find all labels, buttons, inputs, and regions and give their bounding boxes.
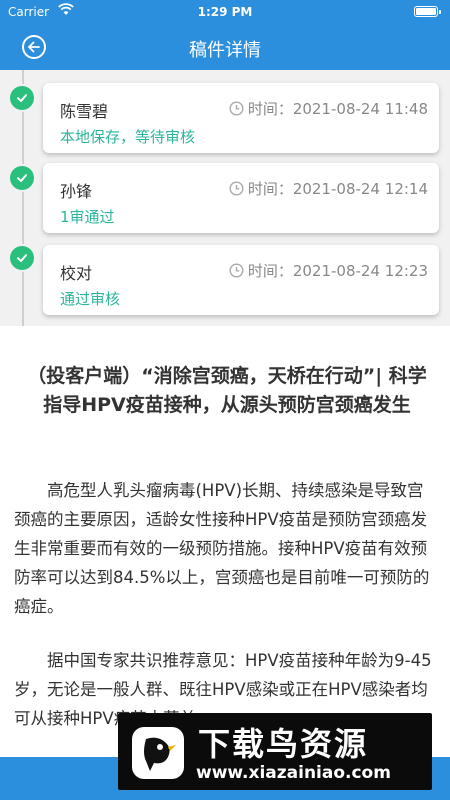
timeline-card: 校对 时间：2021-08-24 12:23 通过审核	[43, 245, 439, 315]
review-status: 本地保存，等待审核	[60, 128, 196, 146]
clock-icon	[229, 263, 244, 278]
reviewer-name: 校对	[60, 264, 93, 283]
review-timeline: 陈雪碧 时间：2021-08-24 11:48 本地保存，等待审核 孙锋 时间：…	[0, 70, 450, 326]
review-time-text: 时间：2021-08-24 11:48	[247, 100, 428, 118]
clock-icon	[229, 101, 244, 116]
watermark-url: www.xiazainiao.com	[196, 763, 391, 783]
article-title: （投客户端）“消除宫颈癌，天桥在行动”| 科学指导HPV疫苗接种，从源头预防宫颈…	[27, 365, 427, 416]
review-time: 时间：2021-08-24 12:14	[229, 178, 428, 199]
reviewer-name: 陈雪碧	[60, 102, 109, 121]
bird-logo-icon	[132, 727, 184, 779]
review-time-text: 时间：2021-08-24 12:23	[247, 262, 428, 280]
page-title: 稿件详情	[189, 40, 261, 61]
timeline-card: 陈雪碧 时间：2021-08-24 11:48 本地保存，等待审核	[43, 83, 439, 153]
review-status: 通过审核	[60, 290, 121, 308]
check-icon	[10, 246, 34, 270]
check-icon	[10, 166, 34, 190]
clock-icon	[229, 181, 244, 196]
review-status: 1审通过	[60, 208, 115, 226]
watermark-brand: 下载鸟资源	[198, 725, 369, 763]
header: Carrier 1:29 PM 稿件详情	[0, 0, 450, 70]
reviewer-name: 孙锋	[60, 182, 93, 201]
review-time: 时间：2021-08-24 11:48	[229, 98, 428, 119]
timeline-card: 孙锋 时间：2021-08-24 12:14 1审通过	[43, 163, 439, 233]
status-bar: Carrier 1:29 PM	[0, 0, 450, 22]
watermark-banner: 下载鸟资源 www.xiazainiao.com	[118, 713, 432, 790]
review-time: 时间：2021-08-24 12:23	[229, 260, 428, 281]
battery-icon	[414, 6, 441, 17]
review-time-text: 时间：2021-08-24 12:14	[247, 180, 428, 198]
check-icon	[10, 86, 34, 110]
article-paragraph: 高危型人乳头瘤病毒(HPV)长期、持续感染是导致宫颈癌的主要原因，适龄女性接种H…	[14, 481, 430, 616]
clock-time: 1:29 PM	[197, 5, 253, 19]
